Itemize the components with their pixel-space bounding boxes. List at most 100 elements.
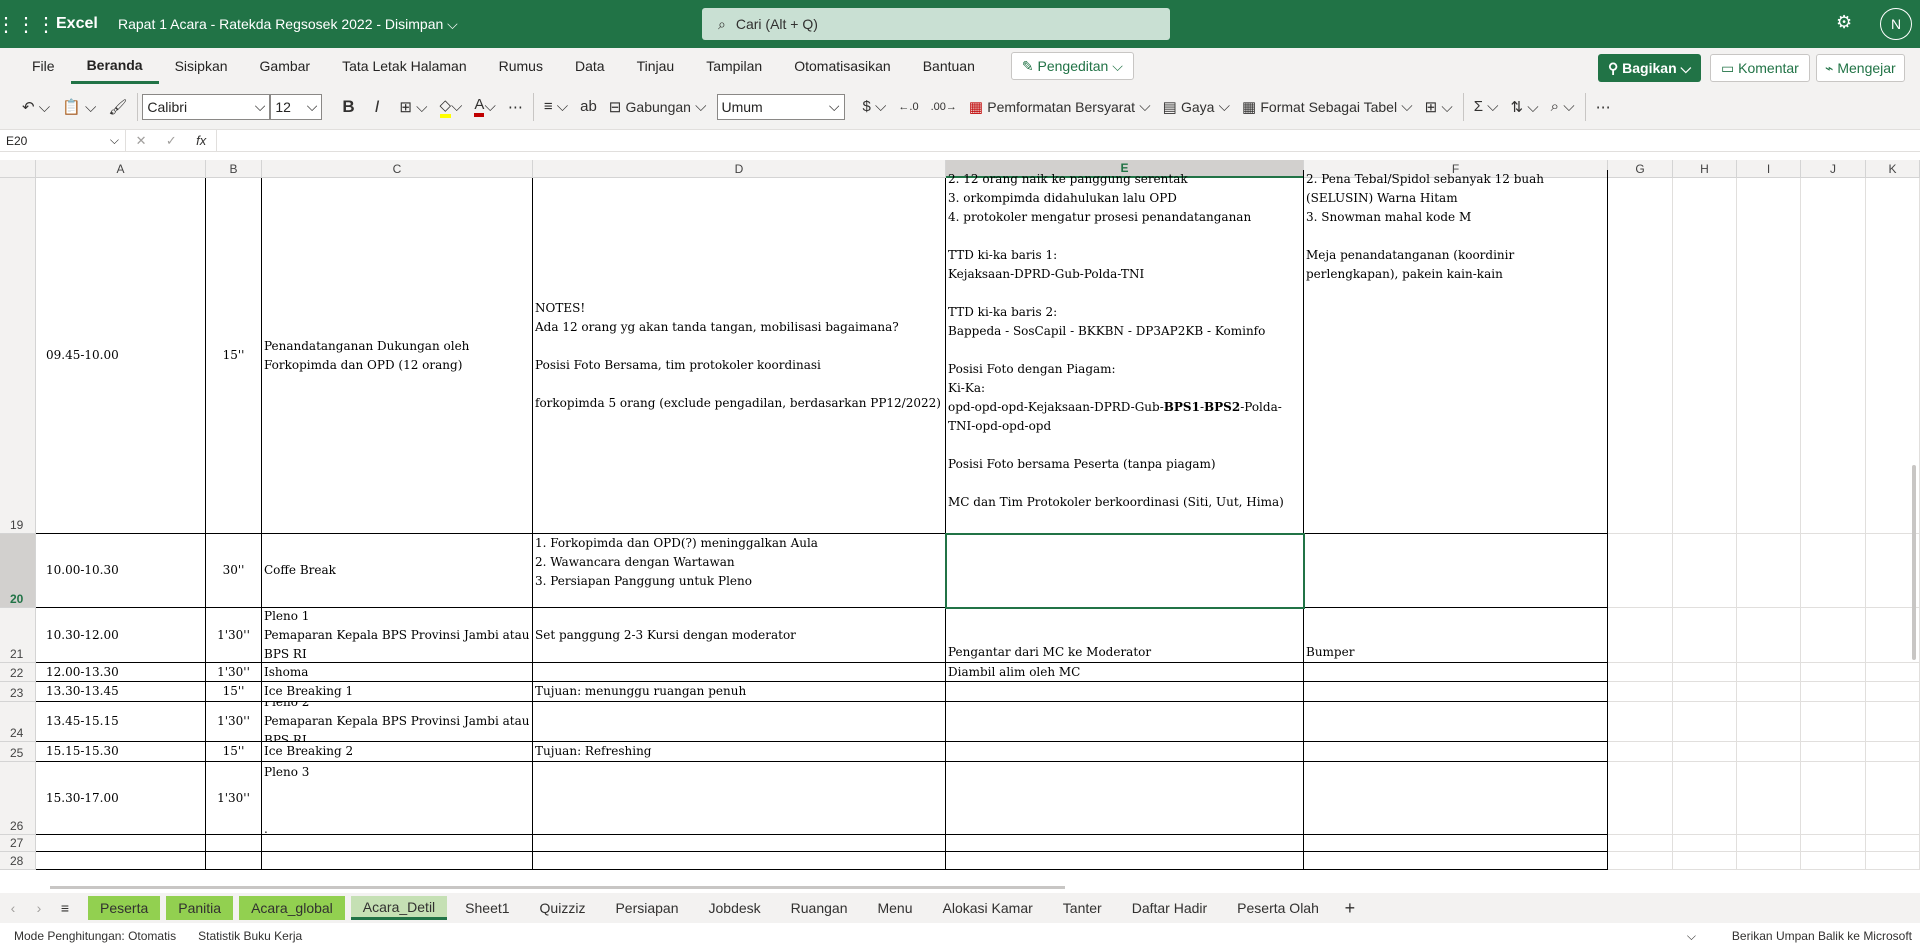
bold-button[interactable]: B: [336, 92, 360, 122]
align-icon[interactable]: ≡ ⌵: [538, 92, 574, 122]
tab-sisipkan[interactable]: Sisipkan: [159, 48, 244, 84]
empty-cell[interactable]: [1801, 702, 1866, 742]
cell-c28[interactable]: [262, 852, 533, 870]
cell-c25[interactable]: Ice Breaking 2: [262, 742, 533, 762]
find-icon[interactable]: ⌕ ⌵: [1545, 92, 1581, 122]
empty-cell[interactable]: [1801, 663, 1866, 682]
empty-cell[interactable]: [1866, 835, 1920, 852]
cell-f21[interactable]: Bumper: [1304, 608, 1608, 663]
empty-cell[interactable]: [1673, 702, 1737, 742]
empty-cell[interactable]: [1737, 852, 1801, 870]
column-header-b[interactable]: B: [206, 160, 262, 178]
column-header-g[interactable]: G: [1608, 160, 1673, 178]
user-avatar[interactable]: N: [1880, 8, 1912, 40]
cell-d28[interactable]: [533, 852, 946, 870]
add-sheet-icon[interactable]: +: [1337, 898, 1363, 919]
empty-cell[interactable]: [1801, 742, 1866, 762]
cell-c21[interactable]: Pleno 1 Pemaparan Kepala BPS Provinsi Ja…: [262, 608, 533, 663]
worksheet-grid[interactable]: A B C D E F G H I J K 19 09.45-10.00 15'' Penandatanga…: [0, 160, 1920, 890]
cell-d24[interactable]: [533, 702, 946, 742]
sheet-tab[interactable]: Acara_global: [239, 896, 345, 920]
empty-cell[interactable]: [1866, 663, 1920, 682]
sheet-tab[interactable]: Ruangan: [779, 896, 860, 920]
cell-b27[interactable]: [206, 835, 262, 852]
enter-icon[interactable]: ✓: [166, 133, 177, 149]
row-header[interactable]: 25: [0, 742, 36, 762]
cell-f23[interactable]: [1304, 682, 1608, 702]
undo-icon[interactable]: ↶ ⌵: [16, 92, 56, 122]
cell-c27[interactable]: [262, 835, 533, 852]
sheet-tab[interactable]: Menu: [865, 896, 924, 920]
all-sheets-icon[interactable]: ≡: [52, 900, 78, 916]
cell-f26[interactable]: [1304, 762, 1608, 835]
empty-cell[interactable]: [1608, 835, 1673, 852]
horizontal-scrollbar[interactable]: [50, 886, 1065, 889]
column-header-a[interactable]: A: [36, 160, 206, 178]
comments-button[interactable]: ▭ Komentar: [1710, 54, 1810, 82]
empty-cell[interactable]: [1737, 608, 1801, 663]
sheet-tab[interactable]: Jobdesk: [697, 896, 773, 920]
empty-cell[interactable]: [1801, 682, 1866, 702]
empty-cell[interactable]: [1673, 534, 1737, 608]
cell-a28[interactable]: [36, 852, 206, 870]
font-name-dropdown[interactable]: Calibri ⌵: [142, 93, 271, 120]
empty-cell[interactable]: [1737, 835, 1801, 852]
cell-a27[interactable]: [36, 835, 206, 852]
sheet-tab[interactable]: Daftar Hadir: [1120, 896, 1219, 920]
column-header-j[interactable]: J: [1801, 160, 1866, 178]
empty-cell[interactable]: [1866, 702, 1920, 742]
cell-e19[interactable]: 2. 12 orang naik ke panggung serentak 3.…: [946, 170, 1304, 534]
formula-input[interactable]: [216, 129, 1920, 152]
sheet-tab[interactable]: Peserta: [88, 896, 161, 920]
paste-icon[interactable]: 📋 ⌵: [56, 92, 102, 122]
sort-filter-icon[interactable]: ⇅ ⌵: [1505, 92, 1545, 122]
cell-c20[interactable]: Coffe Break: [262, 534, 533, 608]
cell-b26[interactable]: 1'30'': [206, 762, 262, 835]
cell-b22[interactable]: 1'30'': [206, 663, 262, 682]
search-box[interactable]: ⌕ Cari (Alt + Q): [702, 8, 1170, 40]
empty-cell[interactable]: [1608, 762, 1673, 835]
column-header-k[interactable]: K: [1866, 160, 1920, 178]
cell-a26[interactable]: 15.30-17.00: [36, 762, 206, 835]
cell-a19[interactable]: 09.45-10.00: [36, 178, 206, 534]
more-options-icon[interactable]: ⋯: [1590, 92, 1617, 122]
empty-cell[interactable]: [1608, 852, 1673, 870]
empty-cell[interactable]: [1801, 534, 1866, 608]
empty-cell[interactable]: [1801, 852, 1866, 870]
follow-button[interactable]: ⌁ Mengejar: [1816, 54, 1905, 82]
empty-cell[interactable]: [1866, 682, 1920, 702]
cell-f27[interactable]: [1304, 835, 1608, 852]
cell-c22[interactable]: Ishoma: [262, 663, 533, 682]
italic-button[interactable]: I: [369, 92, 386, 122]
tab-tampilan[interactable]: Tampilan: [690, 48, 778, 84]
column-header-d[interactable]: D: [533, 160, 946, 178]
cell-f22[interactable]: [1304, 663, 1608, 682]
document-title[interactable]: Rapat 1 Acara - Ratekda Regsosek 2022 - …: [118, 16, 458, 33]
name-box[interactable]: E20 ⌵: [0, 129, 126, 152]
empty-cell[interactable]: [1673, 742, 1737, 762]
cell-a25[interactable]: 15.15-15.30: [36, 742, 206, 762]
sheet-tab[interactable]: Alokasi Kamar: [931, 896, 1045, 920]
borders-icon[interactable]: ⊞ ⌵: [393, 92, 433, 122]
empty-cell[interactable]: [1608, 534, 1673, 608]
empty-cell[interactable]: [1608, 663, 1673, 682]
sheet-tab[interactable]: Sheet1: [453, 896, 521, 920]
empty-cell[interactable]: [1608, 178, 1673, 534]
row-header[interactable]: 19: [0, 178, 36, 534]
empty-cell[interactable]: [1673, 608, 1737, 663]
empty-cell[interactable]: [1866, 762, 1920, 835]
share-button[interactable]: ⚲ Bagikan ⌵: [1598, 54, 1702, 82]
row-header[interactable]: 24: [0, 702, 36, 742]
wrap-text-icon[interactable]: ab: [574, 92, 603, 122]
cell-b24[interactable]: 1'30'': [206, 702, 262, 742]
workbook-statistics[interactable]: Statistik Buku Kerja: [198, 929, 302, 943]
tab-rumus[interactable]: Rumus: [483, 48, 559, 84]
merge-button[interactable]: ⊟ Gabungan ⌵: [603, 92, 713, 122]
cell-d27[interactable]: [533, 835, 946, 852]
decrease-decimal-icon[interactable]: .00→: [925, 92, 963, 122]
cell-a23[interactable]: 13.30-13.45: [36, 682, 206, 702]
tab-gambar[interactable]: Gambar: [244, 48, 327, 84]
tab-beranda[interactable]: Beranda: [70, 48, 159, 84]
sheet-tab[interactable]: Panitia: [166, 896, 234, 920]
vertical-scrollbar[interactable]: [1912, 465, 1916, 660]
